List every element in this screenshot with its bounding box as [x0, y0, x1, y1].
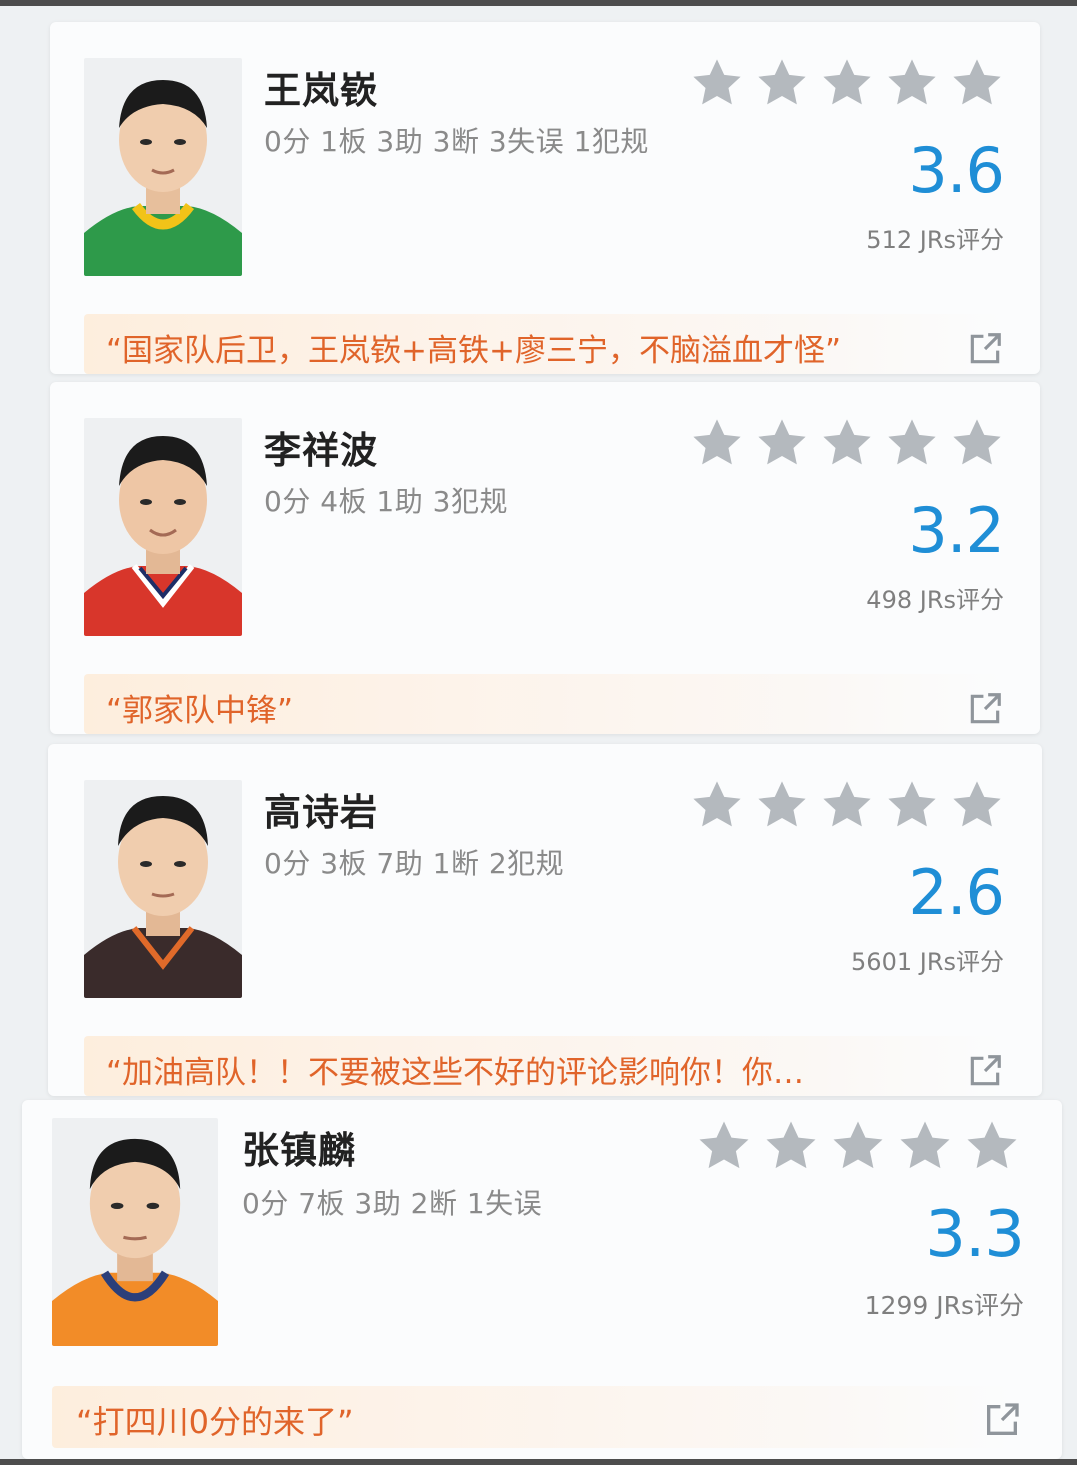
share-icon[interactable]: [982, 1400, 1022, 1440]
share-icon[interactable]: [966, 690, 1004, 728]
player-photo: [84, 780, 242, 998]
star-icon[interactable]: [885, 416, 939, 470]
star-icon[interactable]: [696, 1118, 752, 1174]
player-stats: 0分 3板 7助 1断 2犯规: [264, 847, 565, 880]
bottom-edge-bar: [0, 1459, 1077, 1465]
star-icon[interactable]: [755, 416, 809, 470]
player-photo: [84, 418, 242, 636]
top-comment-bar[interactable]: “加油高队！！不要被这些不好的评论影响你！你…: [84, 1036, 1004, 1096]
top-comment-bar[interactable]: “郭家队中锋”: [84, 674, 1004, 734]
top-edge-bar: [0, 0, 1077, 6]
star-icon[interactable]: [950, 56, 1004, 110]
vote-count: 1299 JRs评分: [864, 1291, 1024, 1320]
player-rating-card[interactable]: 王岚嵚 0分 1板 3助 3断 3失误 1犯规 3.6 512 JRs评分 “国…: [50, 22, 1040, 374]
star-icon[interactable]: [897, 1118, 953, 1174]
player-stats: 0分 7板 3助 2断 1失误: [242, 1187, 543, 1220]
star-icon[interactable]: [755, 56, 809, 110]
star-icon[interactable]: [885, 56, 939, 110]
player-stats: 0分 1板 3助 3断 3失误 1犯规: [264, 125, 649, 158]
average-score: 3.3: [925, 1198, 1025, 1272]
star-icon[interactable]: [950, 778, 1004, 832]
top-comment-text: “加油高队！！不要被这些不好的评论影响你！你…: [106, 1055, 805, 1091]
top-comment-text: “打四川0分的来了”: [76, 1403, 354, 1441]
star-icon[interactable]: [755, 778, 809, 832]
average-score: 3.2: [908, 494, 1005, 567]
rating-stars[interactable]: [690, 56, 1004, 110]
star-icon[interactable]: [690, 778, 744, 832]
player-photo: [52, 1118, 218, 1346]
share-icon[interactable]: [966, 330, 1004, 368]
average-score: 2.6: [908, 856, 1005, 929]
player-name: 高诗岩: [264, 791, 378, 834]
share-icon[interactable]: [966, 1052, 1004, 1090]
player-stats: 0分 4板 1助 3犯规: [264, 485, 508, 518]
top-comment-text: “郭家队中锋”: [106, 693, 294, 729]
star-icon[interactable]: [964, 1118, 1020, 1174]
rating-stars[interactable]: [690, 778, 1004, 832]
player-rating-card[interactable]: 张镇麟 0分 7板 3助 2断 1失误 3.3 1299 JRs评分 “打四川0…: [22, 1100, 1062, 1459]
player-rating-card[interactable]: 李祥波 0分 4板 1助 3犯规 3.2 498 JRs评分 “郭家队中锋”: [50, 382, 1040, 734]
star-icon[interactable]: [690, 416, 744, 470]
top-comment-bar[interactable]: “打四川0分的来了”: [52, 1386, 1012, 1448]
player-name: 李祥波: [264, 429, 378, 472]
star-icon[interactable]: [885, 778, 939, 832]
star-icon[interactable]: [820, 416, 874, 470]
star-icon[interactable]: [820, 56, 874, 110]
player-rating-card[interactable]: 高诗岩 0分 3板 7助 1断 2犯规 2.6 5601 JRs评分 “加油高队…: [48, 744, 1042, 1096]
average-score: 3.6: [908, 134, 1005, 207]
rating-stars[interactable]: [696, 1118, 1020, 1172]
vote-count: 498 JRs评分: [866, 586, 1004, 614]
player-photo: [84, 58, 242, 276]
player-name: 王岚嵚: [264, 69, 378, 112]
star-icon[interactable]: [950, 416, 1004, 470]
star-icon[interactable]: [763, 1118, 819, 1174]
top-comment-bar[interactable]: “国家队后卫，王岚嵚+高铁+廖三宁，不脑溢血才怪”: [84, 314, 1004, 374]
top-comment-text: “国家队后卫，王岚嵚+高铁+廖三宁，不脑溢血才怪”: [106, 333, 842, 369]
star-icon[interactable]: [830, 1118, 886, 1174]
star-icon[interactable]: [690, 56, 744, 110]
player-name: 张镇麟: [242, 1129, 356, 1172]
star-icon[interactable]: [820, 778, 874, 832]
vote-count: 5601 JRs评分: [851, 948, 1004, 976]
rating-stars[interactable]: [690, 416, 1004, 470]
vote-count: 512 JRs评分: [866, 226, 1004, 254]
